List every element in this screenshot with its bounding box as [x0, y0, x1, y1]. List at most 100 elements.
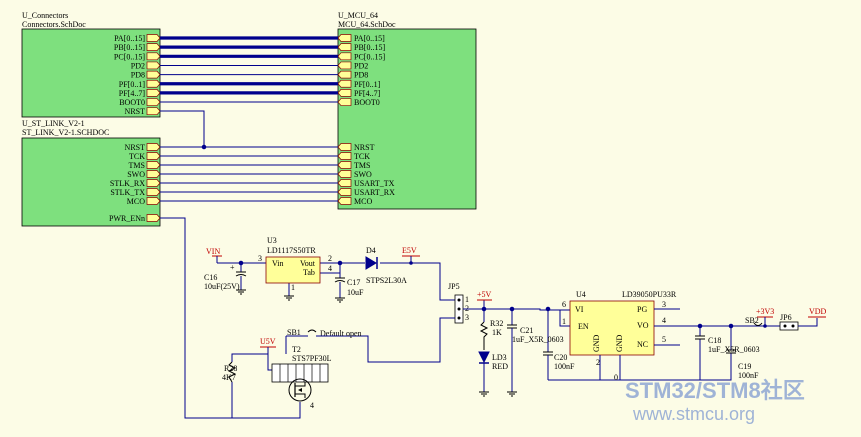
sheet-entry-nrst[interactable]: NRST	[125, 143, 161, 152]
sheet-entry-boot0[interactable]: BOOT0	[337, 98, 380, 107]
solder-bridge-sb1[interactable]: SB1 Default open	[286, 328, 362, 338]
port-label: PD8	[131, 71, 145, 80]
port-label: PF[0..1]	[354, 80, 381, 89]
port-shape	[337, 170, 352, 178]
sheet-entry-boot0[interactable]: BOOT0	[119, 98, 161, 107]
sheet-entry-nrst[interactable]: NRST	[337, 143, 375, 152]
sheet-entry-usart-rx[interactable]: USART_RX	[337, 188, 395, 197]
port-label: PA[0..15]	[354, 34, 385, 43]
regulator-u4[interactable]: U4 LD39050PU33R VI EN PG VO NC GND GND 6…	[562, 290, 677, 382]
sheet-entry-pa-0-15[interactable]: PA[0..15]	[114, 34, 161, 43]
u3-ref: U3	[267, 236, 277, 245]
c18-ref: C18	[708, 336, 721, 345]
nrst-wire	[160, 110, 207, 150]
port-label: PC[0..15]	[354, 52, 385, 61]
mosfet-t2[interactable]: T2 STS7PF30L 4	[271, 345, 332, 410]
sheet-entry-pc-0-15[interactable]: PC[0..15]	[337, 52, 385, 61]
c16-value: 10uF(25V)	[204, 282, 240, 291]
port-shape	[146, 152, 161, 160]
net-3v3-label: +3V3	[756, 307, 774, 316]
sheet-connectors-designator: U_Connectors	[22, 11, 68, 20]
resistor-r28[interactable]: R28 4K7	[222, 361, 237, 383]
sheet-entry-swo[interactable]: SWO	[337, 170, 372, 179]
diode-d4[interactable]: D4 STPS2L30A	[365, 246, 407, 285]
ground-icon	[479, 391, 489, 397]
port-shape	[337, 34, 352, 42]
port-label: PA[0..15]	[114, 34, 145, 43]
sheet-entry-pd2[interactable]: PD2	[337, 61, 368, 70]
sheet-entry-stlk-rx[interactable]: STLK_RX	[110, 179, 161, 188]
sheet-entry-stlk-tx[interactable]: STLK_TX	[110, 188, 161, 197]
port-label: PD2	[354, 61, 368, 70]
sheet-entry-nrst[interactable]: NRST	[125, 107, 161, 116]
net-u5v-label: U5V	[260, 337, 276, 346]
port-label: TCK	[354, 152, 370, 161]
capacitor-c17[interactable]: C17 10uF	[334, 277, 364, 303]
port-shape	[146, 79, 161, 88]
capacitor-c18[interactable]: C18 1uF_X5R_0603	[695, 335, 760, 354]
ground-icon	[284, 295, 294, 301]
sheet-entry-mco[interactable]: MCO	[127, 197, 161, 206]
sheet-entry-tck[interactable]: TCK	[129, 152, 161, 161]
sheet-entry-tck[interactable]: TCK	[337, 152, 370, 161]
ld3-color: RED	[492, 362, 508, 371]
sheet-entry-pwr-enn[interactable]: PWR_ENn	[109, 214, 161, 223]
port-shape	[337, 89, 352, 97]
net-vin-label: VIN	[206, 247, 220, 256]
port-shape	[337, 79, 352, 88]
port-label: SWO	[354, 170, 372, 179]
svg-text:4: 4	[310, 401, 314, 410]
sheet-entry-tms[interactable]: TMS	[129, 161, 161, 170]
ground-icon	[335, 297, 345, 303]
port-label: STLK_TX	[110, 188, 145, 197]
port-label: BOOT0	[119, 98, 145, 107]
port-shape	[146, 43, 161, 51]
port-label: MCO	[127, 197, 145, 206]
svg-text:2: 2	[328, 254, 332, 263]
sheet-entry-pa-0-15[interactable]: PA[0..15]	[337, 34, 385, 43]
port-label: SWO	[127, 170, 145, 179]
u4-part: LD39050PU33R	[622, 290, 677, 299]
jumper-jp5[interactable]: JP5 1 2 3	[448, 282, 469, 324]
led-ld3[interactable]: LD3 RED	[478, 351, 508, 397]
svg-text:3: 3	[662, 300, 666, 309]
sheet-entry-pf-4-7[interactable]: PF[4..7]	[119, 89, 161, 98]
sheet-entry-pf-0-1[interactable]: PF[0..1]	[337, 79, 381, 89]
svg-text:PG: PG	[637, 305, 647, 314]
svg-text:Tab: Tab	[303, 268, 315, 277]
port-shape	[146, 170, 161, 178]
sheet-entry-tms[interactable]: TMS	[337, 161, 370, 170]
sheet-connectors-file: Connectors.SchDoc	[22, 20, 86, 29]
sheet-entry-swo[interactable]: SWO	[127, 170, 161, 179]
sheet-entry-pb-0-15[interactable]: PB[0..15]	[114, 43, 161, 52]
sheet-entry-mco[interactable]: MCO	[337, 197, 372, 206]
port-shape	[146, 197, 161, 205]
sheet-entry-pd8[interactable]: PD8	[337, 71, 368, 80]
u5v-net: U5V	[260, 337, 276, 348]
vin-net: VIN	[206, 247, 222, 263]
net-e5v-label: E5V	[402, 246, 417, 255]
sheet-entry-pc-0-15[interactable]: PC[0..15]	[114, 52, 161, 61]
port-shape	[146, 98, 161, 106]
sheet-stlink-file: ST_LINK_V2-1.SCHDOC	[22, 128, 109, 137]
svg-text:NC: NC	[637, 340, 648, 349]
resistor-r32[interactable]: R32 1K	[479, 319, 503, 350]
c19-ref: C19	[738, 362, 751, 371]
regulator-u3[interactable]: U3 LD1117S50TR Vin Vout Tab 3 2 4 1	[258, 236, 332, 301]
port-shape	[337, 179, 352, 187]
capacitor-c20[interactable]: C20 100nF	[543, 351, 575, 380]
capacitor-c16[interactable]: + C16 10uF(25V)	[204, 263, 247, 295]
sheet-entry-pf-0-1[interactable]: PF[0..1]	[119, 79, 161, 89]
sheet-entry-pf-4-7[interactable]: PF[4..7]	[337, 89, 381, 98]
u3-part: LD1117S50TR	[267, 246, 316, 255]
port-label: PF[4..7]	[119, 89, 146, 98]
svg-text:3: 3	[258, 254, 262, 263]
r32-ref: R32	[490, 319, 503, 328]
svg-text:+: +	[230, 263, 235, 272]
sheet-entry-usart-tx[interactable]: USART_TX	[337, 179, 395, 188]
port-shape	[146, 214, 161, 222]
port-shape	[337, 43, 352, 51]
ground-icon	[507, 391, 517, 397]
port-shape	[146, 61, 161, 70]
sheet-entry-pb-0-15[interactable]: PB[0..15]	[337, 43, 385, 52]
